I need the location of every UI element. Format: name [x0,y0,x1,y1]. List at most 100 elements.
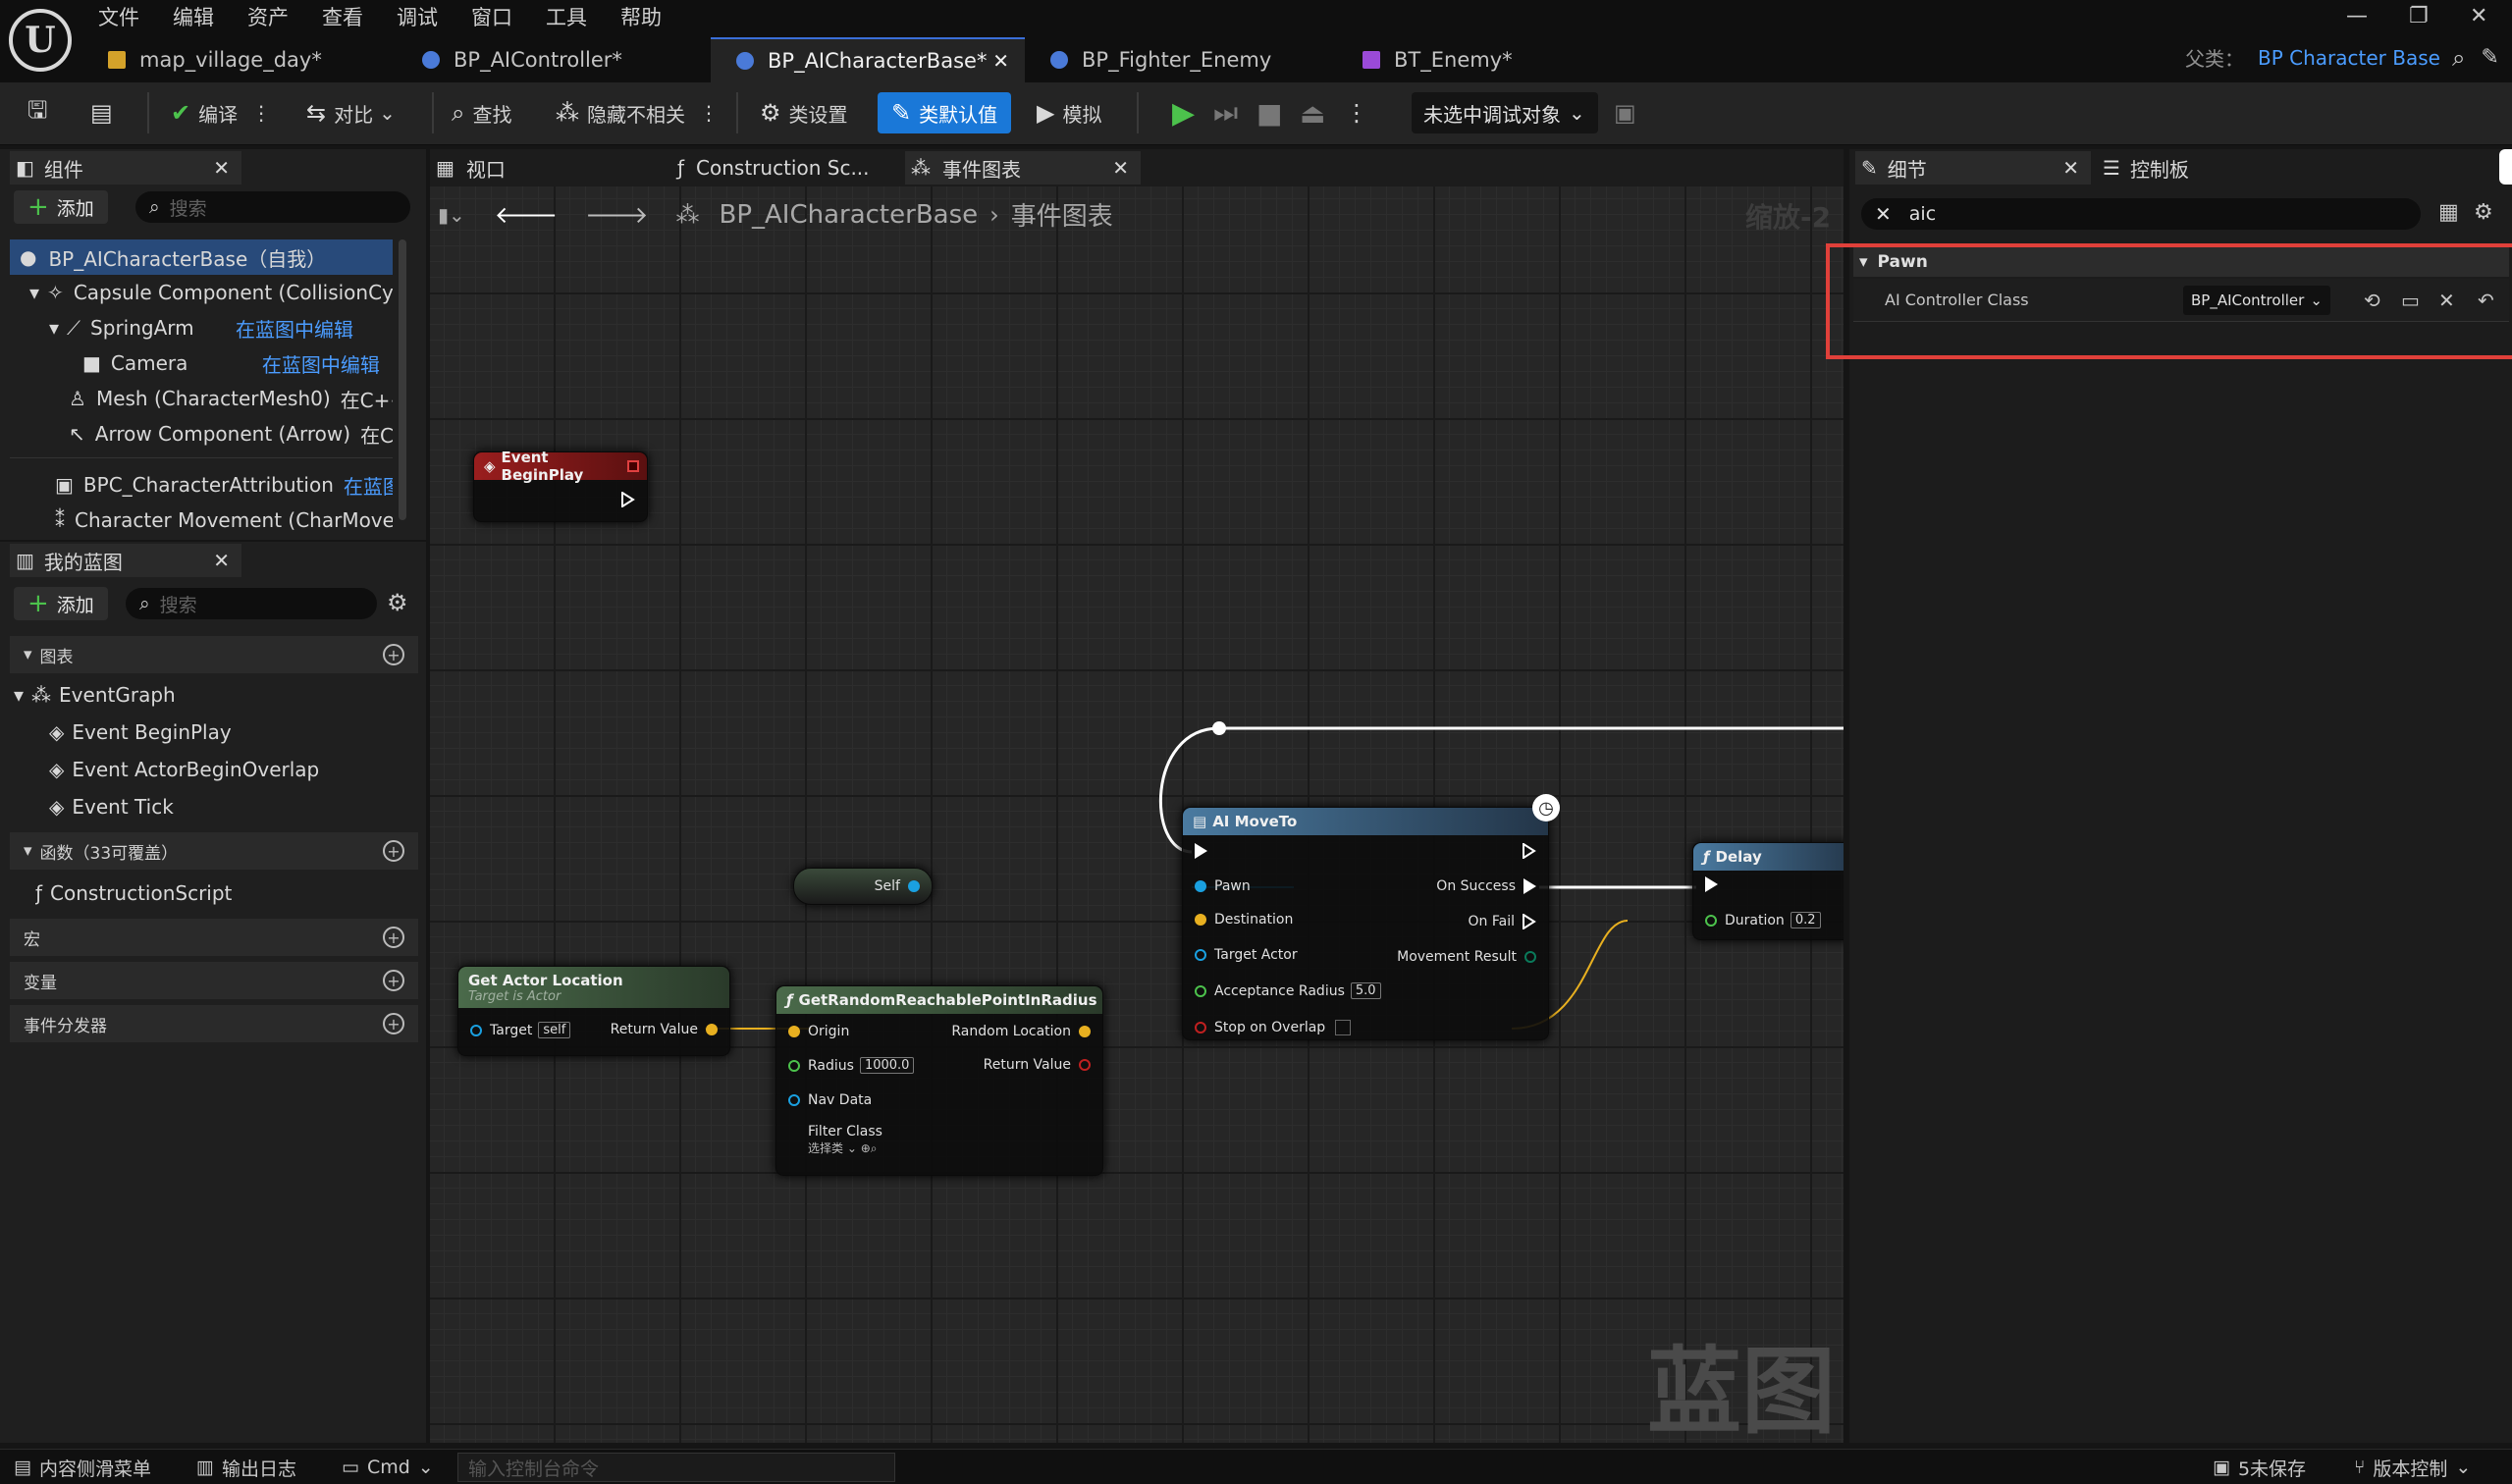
add-dispatcher-icon[interactable]: + [383,1013,404,1034]
exec-in-pin[interactable] [1697,876,1726,892]
pawn-category[interactable]: ▾ Pawn [1853,247,2509,277]
close-tab-icon[interactable]: ✕ [1112,156,1129,180]
event-graph-item[interactable]: ▾ ⁂ EventGraph [14,677,406,713]
node-self[interactable]: Self [793,868,933,905]
stop-on-overlap-pin[interactable]: Stop on Overlap [1187,1020,1352,1035]
menu-tools[interactable]: 工具 [546,2,587,33]
add-function-icon[interactable]: + [383,840,404,862]
origin-pin[interactable]: Origin [780,1024,849,1039]
section-variables[interactable]: 变量 + [10,962,418,999]
eject-icon[interactable]: ⏏ [1292,94,1333,132]
component-character-movement[interactable]: ⁑ Character Movement (CharMoveCo [55,503,393,538]
step-icon[interactable]: ⏭ [1205,94,1246,132]
on-fail-pin[interactable]: On Fail [1469,913,1544,930]
property-matrix-icon[interactable]: ▦ [2438,200,2459,225]
close-tab-icon[interactable]: ✕ [2062,156,2079,180]
restore-icon[interactable]: ❐ [2409,4,2429,28]
details-search-input[interactable]: ✕ aic [1861,198,2421,230]
components-add-button[interactable]: + 添加 [14,190,108,224]
node-ai-moveto[interactable]: ▤ AI MoveTo ◷ Pawn Destination Target Act… [1182,794,1560,1040]
return-value-pin[interactable]: Return Value [984,1057,1098,1073]
component-springarm[interactable]: ▾ ⟋ SpringArm 在蓝图中编辑 [49,310,393,345]
section-dispatchers[interactable]: 事件分发器 + [10,1005,418,1042]
close-tab-icon[interactable]: ✕ [992,49,1009,73]
random-location-pin[interactable]: Random Location [951,1024,1098,1039]
node-get-actor-location[interactable]: Get Actor Location Target is Actor Target… [457,966,730,1056]
pawn-pin[interactable]: Pawn [1187,878,1251,894]
debug-filter-icon[interactable]: ▣ [1606,94,1652,132]
output-log-button[interactable]: ▥ 输出日志 [196,1453,296,1482]
my-blueprint-add-button[interactable]: + 添加 [14,587,108,620]
unsaved-button[interactable]: ▣ 5未保存 [2213,1453,2306,1482]
menu-file[interactable]: 文件 [98,2,139,33]
event-beginplay-item[interactable]: ◈ Event BeginPlay [49,715,402,750]
target-actor-pin[interactable]: Target Actor [1187,947,1298,963]
compile-button[interactable]: ✔ 编译 ⋮ [163,94,279,132]
simulate-button[interactable]: ▶ 模拟 [1029,94,1109,132]
self-out-pin[interactable]: Self [875,878,928,894]
edit-in-blueprint-link[interactable]: 在蓝图中编辑 [262,349,380,378]
palette-tab[interactable]: ☰ 控制板 [2097,151,2293,185]
tab-event-graph[interactable]: ⁂ 事件图表 ✕ [905,151,1141,185]
exec-in-pin[interactable] [1187,843,1215,859]
clear-search-icon[interactable]: ✕ [1875,202,1892,226]
section-graphs[interactable]: ▾ 图表 + [10,636,418,673]
details-settings-icon[interactable]: ⚙ [2474,200,2493,225]
menu-edit[interactable]: 编辑 [173,2,214,33]
reset-to-default-icon[interactable]: ↶ [2478,289,2494,312]
add-macro-icon[interactable]: + [383,927,404,948]
reroute-node[interactable] [1212,721,1226,735]
movement-result-pin[interactable]: Movement Result [1397,949,1544,965]
tab-construction-script[interactable]: ƒ Construction Sc... [677,151,901,185]
find-button[interactable]: ⌕ 查找 [444,94,519,132]
add-variable-icon[interactable]: + [383,970,404,991]
on-success-pin[interactable]: On Success [1436,878,1544,894]
browse-button[interactable]: ▤ [82,94,129,132]
duration-pin[interactable]: Duration 0.2 [1697,912,1821,928]
back-arrow-icon[interactable]: 🡐 [495,200,558,229]
details-tab[interactable]: ✎ 细节 ✕ [1855,151,2091,185]
source-control-button[interactable]: ⑂ 版本控制 ⌄ [2354,1453,2471,1482]
stop-icon[interactable]: ■ [1249,94,1290,132]
delegate-pin[interactable] [627,460,639,472]
doc-tab-aicharacterbase[interactable]: BP_AICharacterBase* ✕ [711,37,1025,82]
component-mesh[interactable]: ♙Mesh (CharacterMesh0)在C++中 [69,381,393,416]
section-functions[interactable]: ▾ 函数（33可覆盖） + [10,832,418,870]
component-capsule[interactable]: ▾ ✧ Capsule Component (CollisionCylin [29,275,393,310]
event-actorbeginoverlap-item[interactable]: ◈ Event ActorBeginOverlap [49,752,402,787]
node-event-beginplay[interactable]: ◈ Event BeginPlay [473,449,648,522]
clear-icon[interactable]: ✕ [2438,289,2455,312]
components-tab[interactable]: ◧ 组件 ✕ [10,151,241,185]
browse-asset-icon[interactable]: ▭ [2401,289,2420,312]
menu-view[interactable]: 查看 [322,2,363,33]
exec-out-pin[interactable] [1515,842,1544,860]
tab-viewport[interactable]: ▦ 视口 [436,151,671,185]
my-blueprint-search-input[interactable]: ⌕ 搜索 [126,588,377,619]
component-root[interactable]: ● BP_AICharacterBase（自我） [10,239,393,275]
node-get-random-reachable-point[interactable]: ƒ GetRandomReachablePointInRadius Origin … [775,985,1103,1176]
class-defaults-button[interactable]: ✎ 类默认值 [878,92,1012,133]
event-graph-canvas[interactable]: ▮⌄ 🡐 🡒 ⁂ BP_AICharacterBase › 事件图表 缩放-2 … [430,186,1844,1443]
search-icon[interactable]: ⌕ [2452,44,2465,72]
menu-debug[interactable]: 调试 [397,2,438,33]
event-tick-item[interactable]: ◈ Event Tick [49,789,402,824]
destination-pin[interactable]: Destination [1187,912,1293,928]
radius-pin[interactable]: Radius 1000.0 [780,1057,915,1074]
add-graph-icon[interactable]: + [383,644,404,665]
more-icon[interactable]: ⋮ [699,101,719,125]
menu-asset[interactable]: 资产 [247,2,289,33]
more-icon[interactable]: ⋮ [251,101,271,125]
component-attribution[interactable]: ▣BPC_CharacterAttribution在蓝图中 [55,467,393,503]
doc-tab-aicontroller[interactable]: BP_AIController* [397,37,707,82]
settings-gear-icon[interactable]: ⚙ [387,589,408,616]
edit-in-blueprint-link[interactable]: 在蓝图中 [344,471,393,500]
breadcrumb-blueprint[interactable]: BP_AICharacterBase [719,200,978,230]
construction-script-item[interactable]: ƒ ConstructionScript [35,875,408,911]
target-pin[interactable]: Target self [462,1022,571,1038]
diff-button[interactable]: ⇆ 对比 ⌄ [298,94,403,132]
close-window-icon[interactable]: ✕ [2470,4,2487,28]
panel-edge-handle[interactable] [2499,149,2512,185]
return-value-pin[interactable]: Return Value [611,1022,725,1037]
use-selected-icon[interactable]: ⟲ [2364,289,2380,312]
filter-class-pin[interactable]: Filter Class 选择类 ⌄ ⊕⌕ [780,1124,882,1156]
